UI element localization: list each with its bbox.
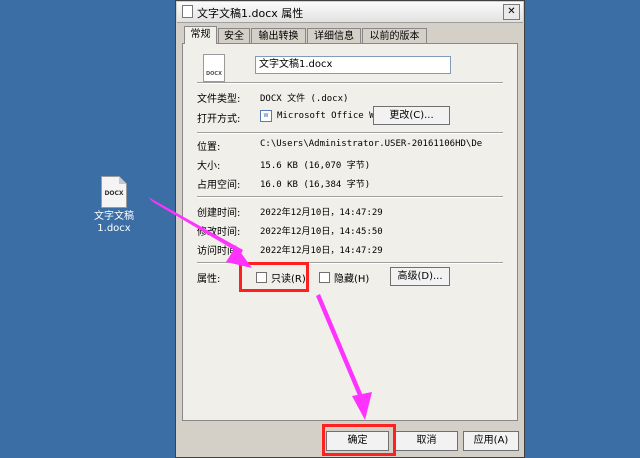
filename-input[interactable]: 文字文稿1.docx	[255, 56, 451, 74]
close-icon: ✕	[507, 6, 516, 17]
modified-label: 修改时间:	[197, 227, 241, 238]
general-panel: DOCX 文字文稿1.docx 文件类型: DOCX 文件 (.docx) 打开…	[182, 43, 518, 421]
open-with-label: 打开方式:	[197, 114, 241, 125]
window-title: 文字文稿1.docx 属性	[197, 7, 304, 20]
separator	[197, 82, 503, 84]
document-icon	[182, 5, 193, 18]
file-type-label: 文件类型:	[197, 94, 241, 105]
created-value: 2022年12月10日，14:47:29	[260, 208, 383, 218]
properties-dialog: 文字文稿1.docx 属性 ✕ 常规 安全 输出转换 详细信息 以前的版本 DO…	[175, 0, 525, 458]
hidden-label[interactable]: 隐藏(H)	[334, 270, 369, 285]
location-label: 位置:	[197, 142, 221, 153]
file-type-value: DOCX 文件 (.docx)	[260, 94, 349, 104]
separator	[197, 132, 503, 134]
hidden-checkbox[interactable]	[319, 272, 330, 283]
word-app-icon: W	[260, 110, 272, 122]
desktop-icon-label-1: 文字文稿	[94, 211, 134, 222]
size-label: 大小:	[197, 161, 221, 172]
separator	[197, 196, 503, 198]
location-value: C:\Users\Administrator.USER-20161106HD\D…	[260, 139, 483, 149]
desktop-file-icon[interactable]: DOCX 文字文稿 1.docx	[92, 176, 136, 235]
cancel-button[interactable]: 取消	[395, 431, 458, 451]
close-button[interactable]: ✕	[503, 4, 520, 20]
attributes-label: 属性:	[197, 274, 221, 285]
tab-security[interactable]: 安全	[218, 28, 250, 43]
title-bar[interactable]: 文字文稿1.docx 属性 ✕	[177, 2, 523, 23]
apply-button[interactable]: 应用(A)	[463, 431, 519, 451]
created-label: 创建时间:	[197, 208, 241, 219]
ok-highlight-box	[322, 424, 396, 456]
disk-size-value: 16.0 KB (16,384 字节)	[260, 180, 371, 190]
advanced-button[interactable]: 高级(D)...	[390, 267, 450, 286]
open-with-value: Microsoft Office Wo	[277, 111, 380, 121]
change-button[interactable]: 更改(C)...	[373, 106, 450, 125]
tab-previous-versions[interactable]: 以前的版本	[362, 28, 427, 43]
tab-details[interactable]: 详细信息	[307, 28, 361, 43]
readonly-highlight-box	[239, 262, 309, 292]
modified-value: 2022年12月10日，14:45:50	[260, 227, 383, 237]
tab-output-conversion[interactable]: 输出转换	[251, 28, 306, 43]
disk-size-label: 占用空间:	[197, 180, 241, 191]
size-value: 15.6 KB (16,070 字节)	[260, 161, 371, 171]
accessed-value: 2022年12月10日，14:47:29	[260, 246, 383, 256]
docx-file-icon: DOCX	[203, 54, 225, 82]
accessed-label: 访问时间:	[197, 246, 241, 257]
desktop-icon-label-2: 1.docx	[97, 223, 131, 234]
tab-general[interactable]: 常规	[184, 26, 217, 44]
docx-file-icon: DOCX	[101, 176, 127, 208]
